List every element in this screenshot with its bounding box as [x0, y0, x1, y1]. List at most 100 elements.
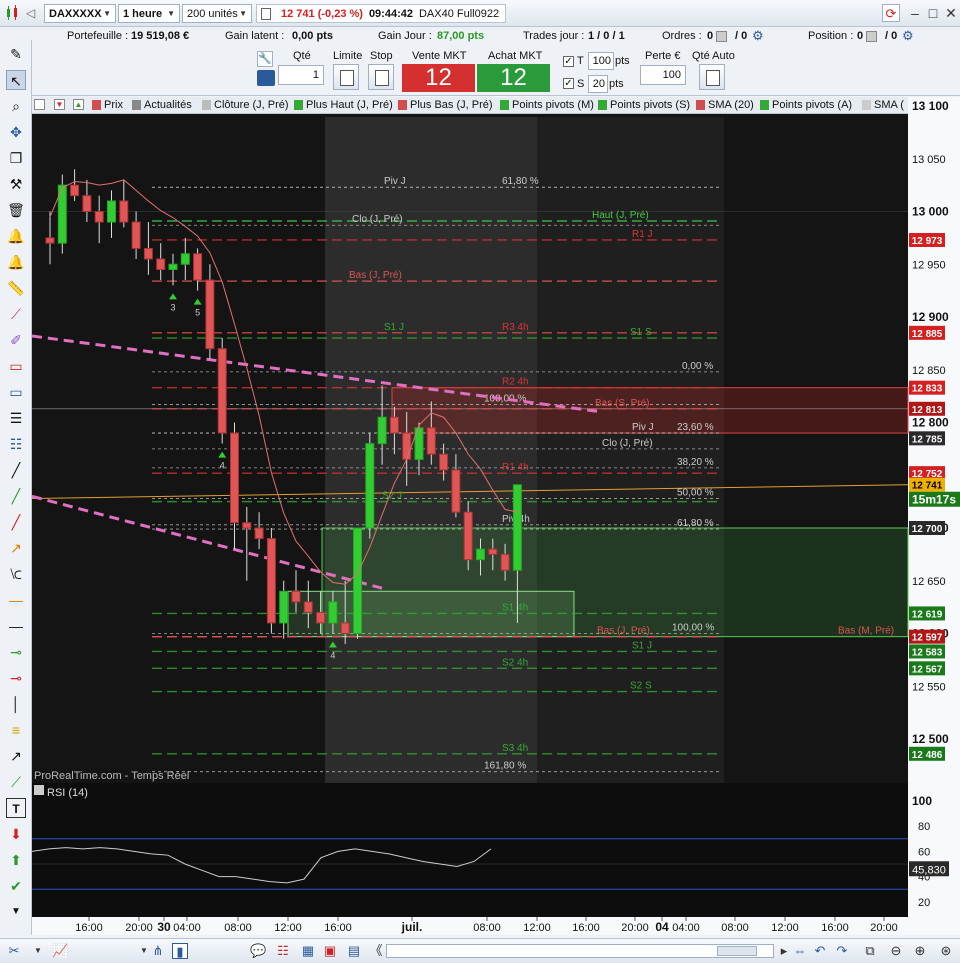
- zoom-icon[interactable]: ⌕: [6, 96, 26, 116]
- rectangle-blue-icon[interactable]: ▭: [6, 382, 26, 402]
- segment-icon[interactable]: ⟋: [6, 304, 26, 324]
- settings-icon[interactable]: ✂: [6, 943, 22, 959]
- analyse-icon[interactable]: ▮: [172, 943, 188, 959]
- calculator-icon[interactable]: [257, 70, 275, 86]
- legend-item[interactable]: Actualités: [132, 99, 192, 111]
- indicators-icon[interactable]: 📈: [52, 943, 68, 959]
- calendar-range-icon[interactable]: ⇔: [792, 943, 808, 959]
- arrow-orange-icon[interactable]: ↗: [6, 538, 26, 558]
- legend-item[interactable]: Plus Haut (J, Pré): [294, 99, 393, 111]
- redo-icon[interactable]: ↷: [834, 943, 850, 959]
- text-icon[interactable]: T: [6, 798, 26, 818]
- trash-icon[interactable]: 🗑: [6, 200, 26, 220]
- line-icon[interactable]: ╱: [6, 460, 26, 480]
- legend-item[interactable]: Prix: [92, 99, 123, 111]
- gear-icon[interactable]: ⚙: [752, 28, 764, 44]
- zoom-reset-icon[interactable]: ⊛: [938, 943, 954, 959]
- s-checkbox[interactable]: ✓: [563, 78, 574, 89]
- price-chart[interactable]: DAX40 Full0922ProRealTime.com - Temps Ré…: [32, 97, 960, 935]
- zoom-in-icon[interactable]: ⊕: [912, 943, 928, 959]
- alert-add-icon[interactable]: 🔔: [6, 226, 26, 246]
- tools-icon[interactable]: 🔧: [257, 51, 273, 67]
- close-icon[interactable]: ✕: [942, 4, 960, 22]
- copy-icon[interactable]: ❐: [6, 148, 26, 168]
- scroll-right-icon[interactable]: ▸: [776, 943, 792, 959]
- auto-qty-button[interactable]: [699, 64, 725, 90]
- legend-item[interactable]: Points pivots (M): [500, 99, 594, 111]
- minimize-icon[interactable]: –: [906, 4, 924, 22]
- line-green-icon[interactable]: ╱: [6, 486, 26, 506]
- horizontal-scrollbar[interactable]: [386, 944, 774, 958]
- timeframe-select[interactable]: 1 heure ▼: [118, 4, 180, 23]
- position-close-icon[interactable]: [866, 31, 877, 42]
- s-input[interactable]: 20: [588, 75, 608, 93]
- alert-icon[interactable]: 🔔: [6, 252, 26, 272]
- instrument-select[interactable]: DAXXXXX ▼: [44, 4, 116, 23]
- scrollbar-thumb[interactable]: [717, 946, 757, 956]
- candle[interactable]: [217, 338, 227, 444]
- chevron-down-icon[interactable]: ▼: [30, 943, 46, 959]
- units-select[interactable]: 200 unités ▼: [182, 4, 252, 23]
- chat-icon[interactable]: 💬: [250, 943, 266, 959]
- horizontal-line-icon[interactable]: —: [6, 616, 26, 636]
- legend-menu-icon[interactable]: [34, 99, 45, 110]
- orders-cancel-icon[interactable]: [716, 31, 727, 42]
- pen-icon[interactable]: ✎: [6, 44, 26, 64]
- checkmark-icon[interactable]: ✔: [6, 876, 26, 896]
- legend-item[interactable]: SMA (: [862, 99, 904, 111]
- polyline-icon[interactable]: ⟈: [6, 564, 26, 584]
- refresh-icon[interactable]: ⟳: [882, 4, 900, 22]
- calendar-icon[interactable]: ▤: [346, 943, 362, 959]
- rectangle-icon[interactable]: ▭: [6, 356, 26, 376]
- candle[interactable]: [353, 527, 362, 639]
- fibonacci-icon[interactable]: ☰: [6, 408, 26, 428]
- horizontal-red-icon[interactable]: ⊸: [6, 668, 26, 688]
- legend-item[interactable]: SMA (20): [696, 99, 754, 111]
- candle[interactable]: [266, 528, 276, 634]
- share-icon[interactable]: ⋔: [150, 943, 166, 959]
- tools-icon[interactable]: ⚒: [6, 174, 26, 194]
- channel-icon[interactable]: ≡: [6, 720, 26, 740]
- vertical-line-icon[interactable]: │: [6, 694, 26, 714]
- horizontal-orange-icon[interactable]: —: [6, 590, 26, 610]
- arrow-down-icon[interactable]: ⬇: [6, 824, 26, 844]
- cursor-icon[interactable]: ↖: [6, 70, 26, 90]
- maximize-icon[interactable]: □: [924, 4, 942, 22]
- order-icon[interactable]: ▣: [322, 943, 338, 959]
- buy-market-button[interactable]: 12 743: [477, 64, 550, 119]
- ruler-icon[interactable]: 📏: [6, 278, 26, 298]
- legend-item[interactable]: Clôture (J, Pré): [202, 99, 289, 111]
- stop-order-button[interactable]: [368, 64, 394, 90]
- zoom-fit-icon[interactable]: ⧉: [862, 943, 878, 959]
- gear-icon[interactable]: ⚙: [902, 28, 914, 44]
- arrow-icon[interactable]: ↗: [6, 746, 26, 766]
- horizontal-green-icon[interactable]: ⊸: [6, 642, 26, 662]
- fibonacci-blue-icon[interactable]: ☷: [6, 434, 26, 454]
- candle[interactable]: [463, 501, 473, 571]
- sell-market-button[interactable]: 12 741: [402, 64, 475, 119]
- line-red-icon[interactable]: ╱: [6, 512, 26, 532]
- more-icon[interactable]: ▼: [6, 902, 26, 922]
- legend-up-icon[interactable]: ▲: [73, 99, 84, 110]
- legend-item[interactable]: Points pivots (S): [598, 99, 690, 111]
- scroll-left-icon[interactable]: 《: [368, 943, 384, 959]
- limit-order-button[interactable]: [333, 64, 359, 90]
- list-icon[interactable]: ☷: [275, 943, 291, 959]
- undo-icon[interactable]: ↶: [812, 943, 828, 959]
- candle[interactable]: [365, 433, 375, 539]
- gradient-icon[interactable]: ⟋: [6, 772, 26, 792]
- t-input[interactable]: 100: [588, 52, 614, 70]
- back-icon[interactable]: ◁: [26, 6, 35, 20]
- move-icon[interactable]: ✥: [6, 122, 26, 142]
- legend-down-icon[interactable]: ▼: [54, 99, 65, 110]
- table-icon[interactable]: ▦: [300, 943, 316, 959]
- legend-item[interactable]: Points pivots (A): [760, 99, 852, 111]
- rsi-menu-icon[interactable]: [34, 785, 44, 795]
- zoom-out-icon[interactable]: ⊖: [888, 943, 904, 959]
- brush-icon[interactable]: ✐: [6, 330, 26, 350]
- legend-item[interactable]: Plus Bas (J, Pré): [398, 99, 493, 111]
- arrow-up-icon[interactable]: ⬆: [6, 850, 26, 870]
- qty-input[interactable]: 1: [278, 65, 324, 85]
- chart-area[interactable]: DAX40 Full0922ProRealTime.com - Temps Ré…: [32, 97, 960, 935]
- t-checkbox[interactable]: ✓: [563, 56, 574, 67]
